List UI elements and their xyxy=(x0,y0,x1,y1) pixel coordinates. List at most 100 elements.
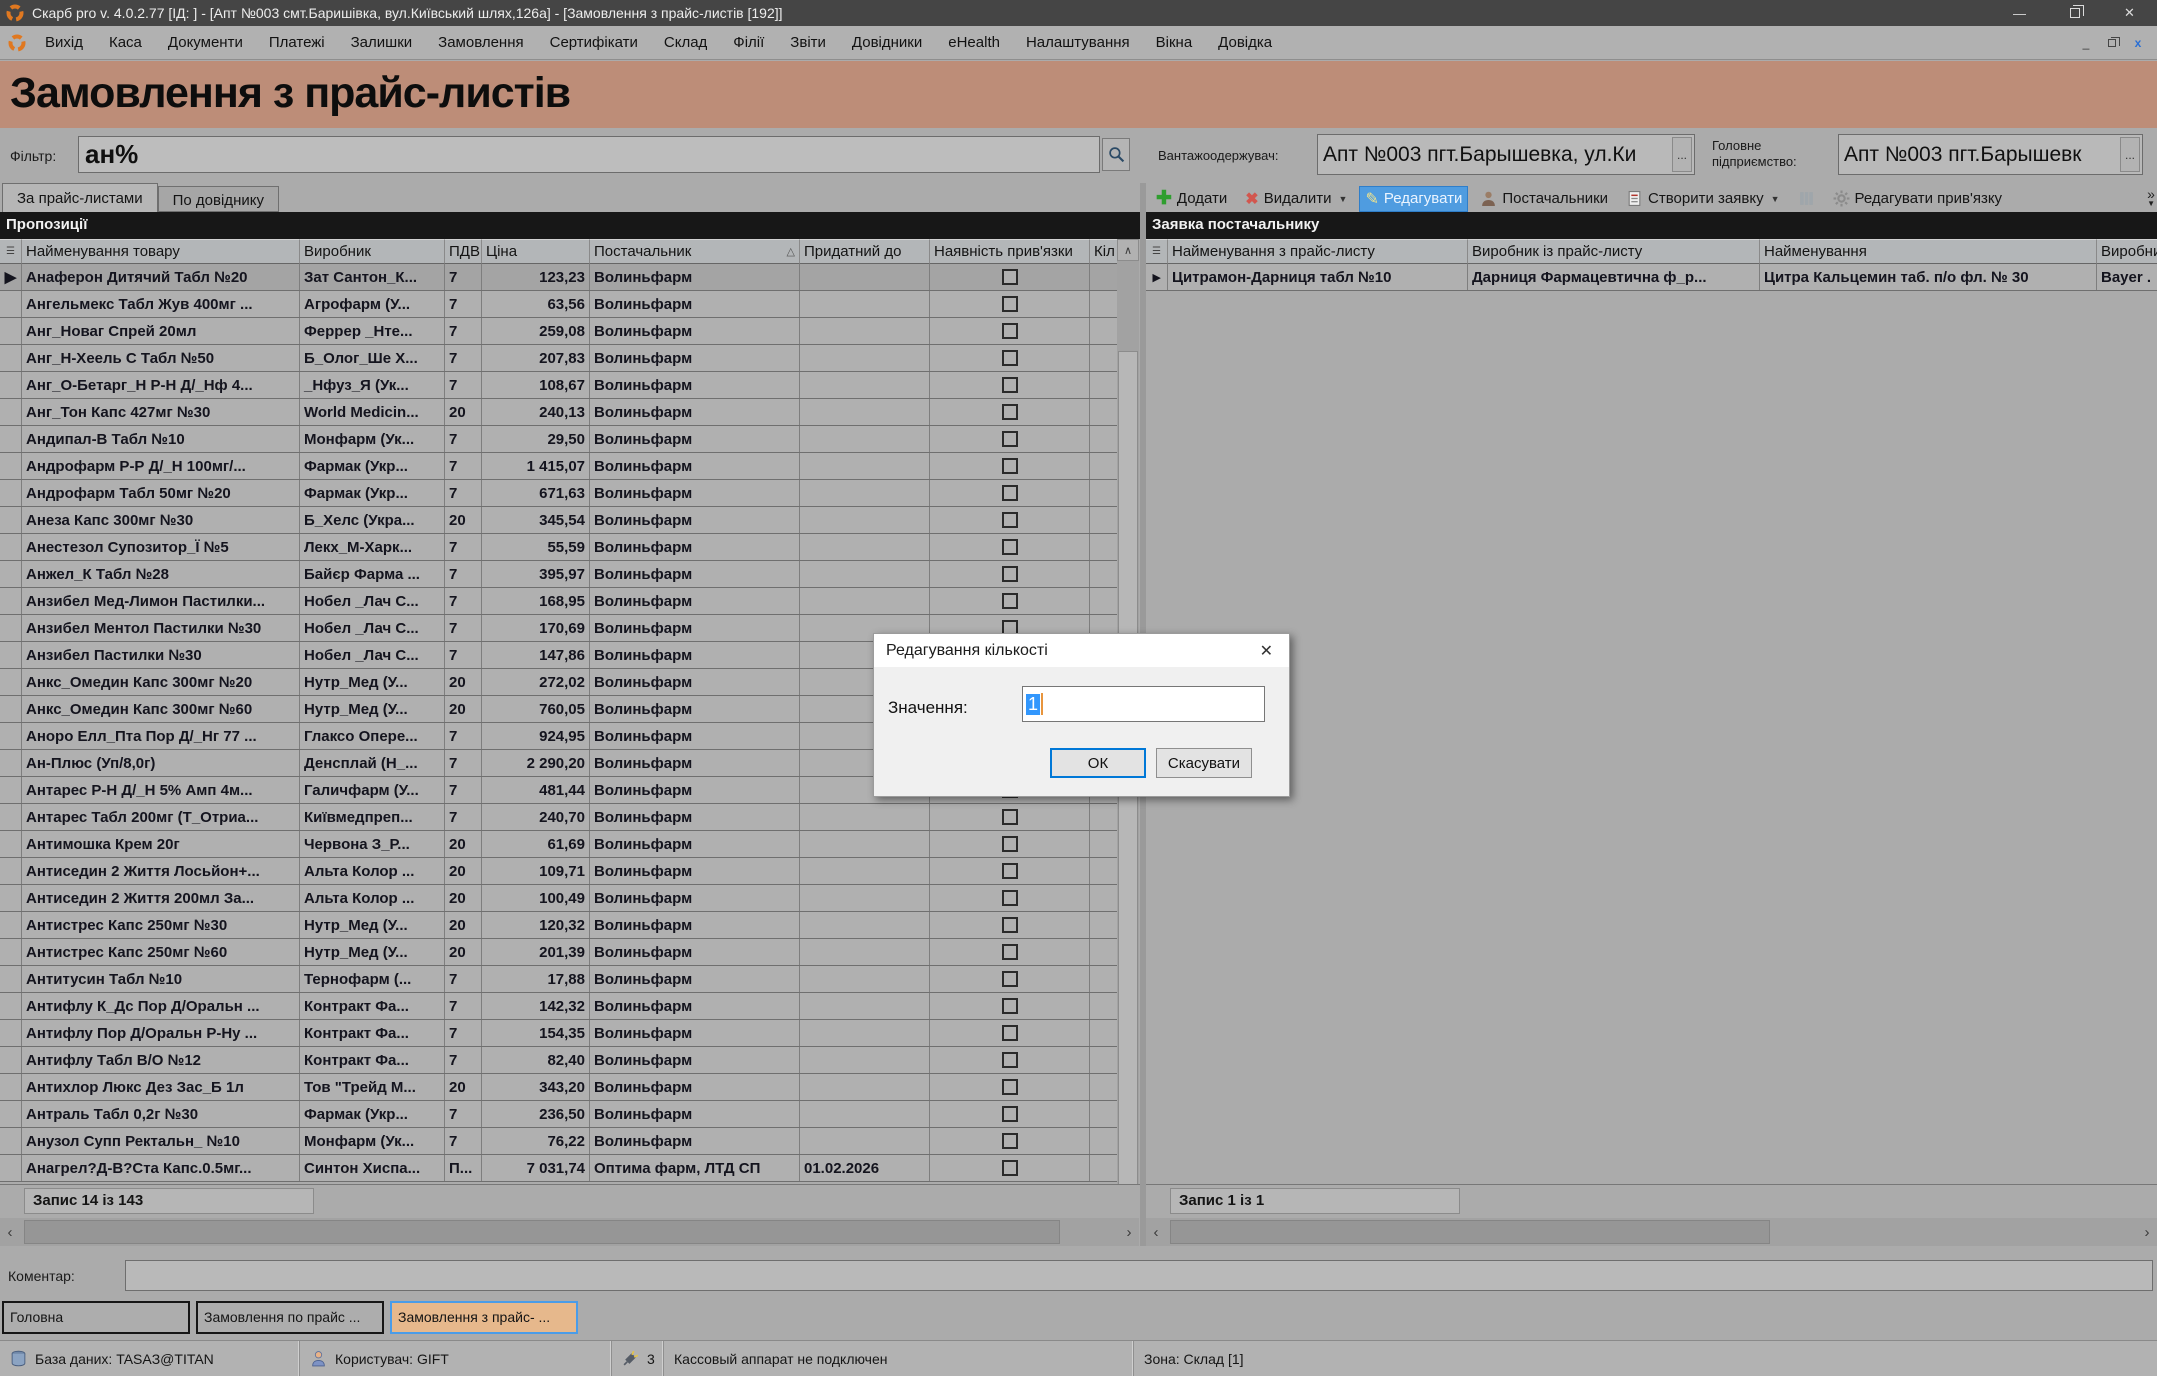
main-enterprise-more-button[interactable]: ... xyxy=(2120,137,2140,172)
menu-item-налаштування[interactable]: Налаштування xyxy=(1013,26,1143,59)
table-row[interactable]: Антифлу Табл В/О №12Контракт Фа...782,40… xyxy=(0,1047,1117,1074)
table-row[interactable]: Антифлу К_Дс Пор Д/Оральн ...Контракт Фа… xyxy=(0,993,1117,1020)
toolbar-overflow-icon[interactable]: »▼ xyxy=(2147,189,2157,209)
table-row[interactable]: Антраль Табл 0,2г №30Фармак (Укр...7236,… xyxy=(0,1101,1117,1128)
table-row[interactable]: Андрофарм Табл 50мг №20Фармак (Укр...767… xyxy=(0,480,1117,507)
scroll-left-icon[interactable]: ‹ xyxy=(1146,1218,1166,1246)
table-row[interactable]: Антистрес Капс 250мг №60Нутр_Мед (У...20… xyxy=(0,939,1117,966)
menu-item-каса[interactable]: Каса xyxy=(96,26,155,59)
link-checkbox[interactable] xyxy=(1002,1133,1018,1149)
table-row[interactable]: Анагрел?Д-В?Ста Капс.0.5мг...Синтон Хисп… xyxy=(0,1155,1117,1182)
table-row[interactable]: Анеза Капс 300мг №30Б_Хелс (Укра...20345… xyxy=(0,507,1117,534)
menu-item-довідка[interactable]: Довідка xyxy=(1205,26,1285,59)
col-header-pl-name[interactable]: Найменування з прайс-листу xyxy=(1168,239,1468,264)
link-checkbox[interactable] xyxy=(1002,1160,1018,1176)
table-row[interactable]: Антифлу Пор Д/Оральн Р-Ну ...Контракт Фа… xyxy=(0,1020,1117,1047)
table-row[interactable]: Антистрес Капс 250мг №30Нутр_Мед (У...20… xyxy=(0,912,1117,939)
row-selector-icon[interactable]: ☰ xyxy=(0,239,22,264)
link-checkbox[interactable] xyxy=(1002,350,1018,366)
comment-input[interactable] xyxy=(125,1260,2153,1291)
edit-button[interactable]: ✎ Редагувати xyxy=(1359,186,1468,212)
value-input[interactable]: 1 xyxy=(1022,686,1265,722)
table-row[interactable]: Антарес Табл 200мг (Т_Отриа...Київмедпре… xyxy=(0,804,1117,831)
menu-item-сертифікати[interactable]: Сертифікати xyxy=(537,26,651,59)
col-header-pl-manufacturer[interactable]: Виробник із прайс-листу xyxy=(1468,239,1760,264)
link-checkbox[interactable] xyxy=(1002,1052,1018,1068)
edit-binding-button[interactable]: Редагувати прив'язку xyxy=(1827,187,2009,210)
col-header-qty[interactable]: Кіл xyxy=(1090,239,1117,264)
link-checkbox[interactable] xyxy=(1002,269,1018,285)
link-checkbox[interactable] xyxy=(1002,566,1018,582)
table-row[interactable]: Анг_Новаг Спрей 20млФеррер _Нте...7259,0… xyxy=(0,318,1117,345)
restore-icon[interactable] xyxy=(2047,0,2102,26)
link-checkbox[interactable] xyxy=(1002,512,1018,528)
table-row[interactable]: Андипал-В Табл №10Монфарм (Ук...729,50Во… xyxy=(0,426,1117,453)
link-checkbox[interactable] xyxy=(1002,593,1018,609)
menu-item-документи[interactable]: Документи xyxy=(155,26,256,59)
filter-input[interactable] xyxy=(78,136,1100,173)
link-checkbox[interactable] xyxy=(1002,323,1018,339)
link-checkbox[interactable] xyxy=(1002,917,1018,933)
menu-item-замовлення[interactable]: Замовлення xyxy=(425,26,536,59)
close-icon[interactable]: ✕ xyxy=(2102,0,2157,26)
col-header-manufacturer[interactable]: Виробник xyxy=(300,239,445,264)
search-button[interactable] xyxy=(1102,138,1130,171)
link-checkbox[interactable] xyxy=(1002,836,1018,852)
col-header-valid-until[interactable]: Придатний до xyxy=(800,239,930,264)
scroll-right-icon[interactable]: › xyxy=(1119,1218,1139,1246)
add-button[interactable]: ✚ Додати xyxy=(1150,187,1233,210)
table-row[interactable]: Антимошка Крем 20гЧервона З_Р...2061,69В… xyxy=(0,831,1117,858)
table-row[interactable]: Антиседин 2 Життя 200мл За...Альта Колор… xyxy=(0,885,1117,912)
create-request-button[interactable]: Створити заявку ▼ xyxy=(1620,187,1785,210)
hscroll-thumb[interactable] xyxy=(1170,1220,1770,1244)
link-checkbox[interactable] xyxy=(1002,1079,1018,1095)
menu-item-вікна[interactable]: Вікна xyxy=(1143,26,1206,59)
dialog-titlebar[interactable]: Редагування кількості ✕ xyxy=(874,634,1289,667)
order-hscrollbar[interactable]: ‹ › xyxy=(1146,1218,2157,1246)
col-header-price[interactable]: Ціна xyxy=(482,239,590,264)
offers-hscrollbar[interactable]: ‹ › xyxy=(0,1218,1139,1246)
link-checkbox[interactable] xyxy=(1002,944,1018,960)
table-row[interactable]: Антиседин 2 Життя Лосьйон+...Альта Колор… xyxy=(0,858,1117,885)
scroll-right-icon[interactable]: › xyxy=(2137,1218,2157,1246)
table-row[interactable]: Анестезол Супозитор_Ї №5Лекх_М-Харк...75… xyxy=(0,534,1117,561)
col-header-name[interactable]: Найменування товару xyxy=(22,239,300,264)
link-checkbox[interactable] xyxy=(1002,1106,1018,1122)
table-row[interactable]: Ангельмекс Табл Жув 400мг ...Агрофарм (У… xyxy=(0,291,1117,318)
link-checkbox[interactable] xyxy=(1002,431,1018,447)
col-header-link[interactable]: Наявність прив'язки xyxy=(930,239,1090,264)
menu-item-філії[interactable]: Філії xyxy=(720,26,777,59)
link-checkbox[interactable] xyxy=(1002,377,1018,393)
table-row[interactable]: ▸Цитрамон-Дарниця табл №10Дарниця Фармац… xyxy=(1146,264,2157,291)
link-checkbox[interactable] xyxy=(1002,809,1018,825)
col-header-linked-name[interactable]: Найменування xyxy=(1760,239,2097,264)
link-checkbox[interactable] xyxy=(1002,1025,1018,1041)
menu-item-ehealth[interactable]: eHealth xyxy=(935,26,1013,59)
delete-button[interactable]: ✖ Видалити ▼ xyxy=(1239,186,1353,212)
table-row[interactable]: Антитусин Табл №10Тернофарм (...717,88Во… xyxy=(0,966,1117,993)
table-row[interactable]: Антихлор Люкс Дез Зас_Б 1лТов "Трейд М..… xyxy=(0,1074,1117,1101)
bottom-tab-main[interactable]: Головна xyxy=(2,1301,190,1334)
link-checkbox[interactable] xyxy=(1002,863,1018,879)
link-checkbox[interactable] xyxy=(1002,296,1018,312)
table-row[interactable]: Анг_О-Бетарг_Н Р-Н Д/_Нф 4..._Нфуз_Я (Ук… xyxy=(0,372,1117,399)
hscroll-thumb[interactable] xyxy=(24,1220,1060,1244)
scroll-up-icon[interactable]: ∧ xyxy=(1117,239,1139,261)
menu-item-вихід[interactable]: Вихід xyxy=(32,26,96,59)
menu-item-склад[interactable]: Склад xyxy=(651,26,720,59)
table-row[interactable]: Анзибел Мед-Лимон Пастилки...Нобел _Лач … xyxy=(0,588,1117,615)
link-checkbox[interactable] xyxy=(1002,890,1018,906)
menu-item-звіти[interactable]: Звіти xyxy=(777,26,839,59)
link-checkbox[interactable] xyxy=(1002,485,1018,501)
columns-button[interactable] xyxy=(1792,187,1821,210)
link-checkbox[interactable] xyxy=(1002,971,1018,987)
link-checkbox[interactable] xyxy=(1002,404,1018,420)
table-row[interactable]: ▶Анаферон Дитячий Табл №20Зат Сантон_К..… xyxy=(0,264,1117,291)
col-header-supplier[interactable]: Постачальник △ xyxy=(590,239,800,264)
bottom-tab-order-by-price[interactable]: Замовлення по прайс ... xyxy=(196,1301,384,1334)
row-selector-icon[interactable]: ☰ xyxy=(1146,239,1168,264)
link-checkbox[interactable] xyxy=(1002,539,1018,555)
col-header-manufacturer[interactable]: Виробни xyxy=(2097,239,2157,264)
menu-item-залишки[interactable]: Залишки xyxy=(338,26,426,59)
table-row[interactable]: Анг_Н-Хеель С Табл №50Б_Олог_Ше Х...7207… xyxy=(0,345,1117,372)
